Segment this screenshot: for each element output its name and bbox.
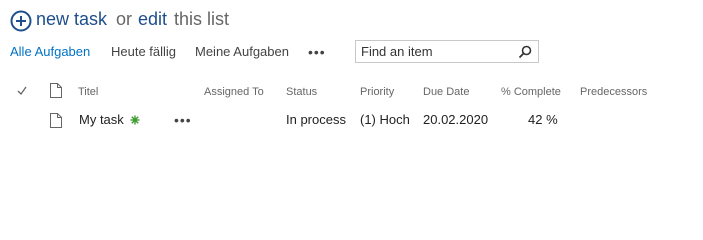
- column-header-percent-complete[interactable]: % Complete: [501, 85, 561, 99]
- task-title-link[interactable]: My task: [79, 112, 124, 128]
- search-input[interactable]: Find an item: [361, 44, 433, 60]
- new-task-link[interactable]: new task: [36, 8, 107, 30]
- new-item-icon: [130, 115, 140, 125]
- column-header-due-date[interactable]: Due Date: [423, 85, 469, 99]
- percent-complete-cell: 42 %: [528, 112, 558, 127]
- check-icon[interactable]: [17, 86, 27, 96]
- search-box[interactable]: Find an item: [355, 40, 539, 63]
- view-alle-aufgaben[interactable]: Alle Aufgaben: [10, 44, 90, 60]
- document-icon: [50, 83, 62, 98]
- edit-list-link[interactable]: edit: [138, 8, 167, 30]
- column-header-predecessors[interactable]: Predecessors: [580, 85, 647, 99]
- column-header-priority[interactable]: Priority: [360, 85, 394, 99]
- view-heute-faellig[interactable]: Heute fällig: [111, 44, 176, 60]
- search-icon[interactable]: [518, 45, 532, 59]
- column-header-status[interactable]: Status: [286, 85, 317, 99]
- status-cell: In process: [286, 112, 346, 127]
- this-list-text: this list: [174, 9, 230, 29]
- view-meine-aufgaben[interactable]: Meine Aufgaben: [195, 44, 289, 60]
- column-header-title[interactable]: Titel: [78, 85, 98, 99]
- or-text: or: [116, 9, 133, 29]
- plus-circle-icon[interactable]: [10, 10, 32, 32]
- more-views-button[interactable]: •••: [308, 44, 326, 60]
- priority-cell: (1) Hoch: [360, 112, 410, 127]
- column-header-assigned-to[interactable]: Assigned To: [204, 85, 264, 99]
- due-date-cell: 20.02.2020: [423, 112, 489, 127]
- document-icon: [50, 113, 62, 128]
- row-menu-button[interactable]: •••: [174, 112, 192, 128]
